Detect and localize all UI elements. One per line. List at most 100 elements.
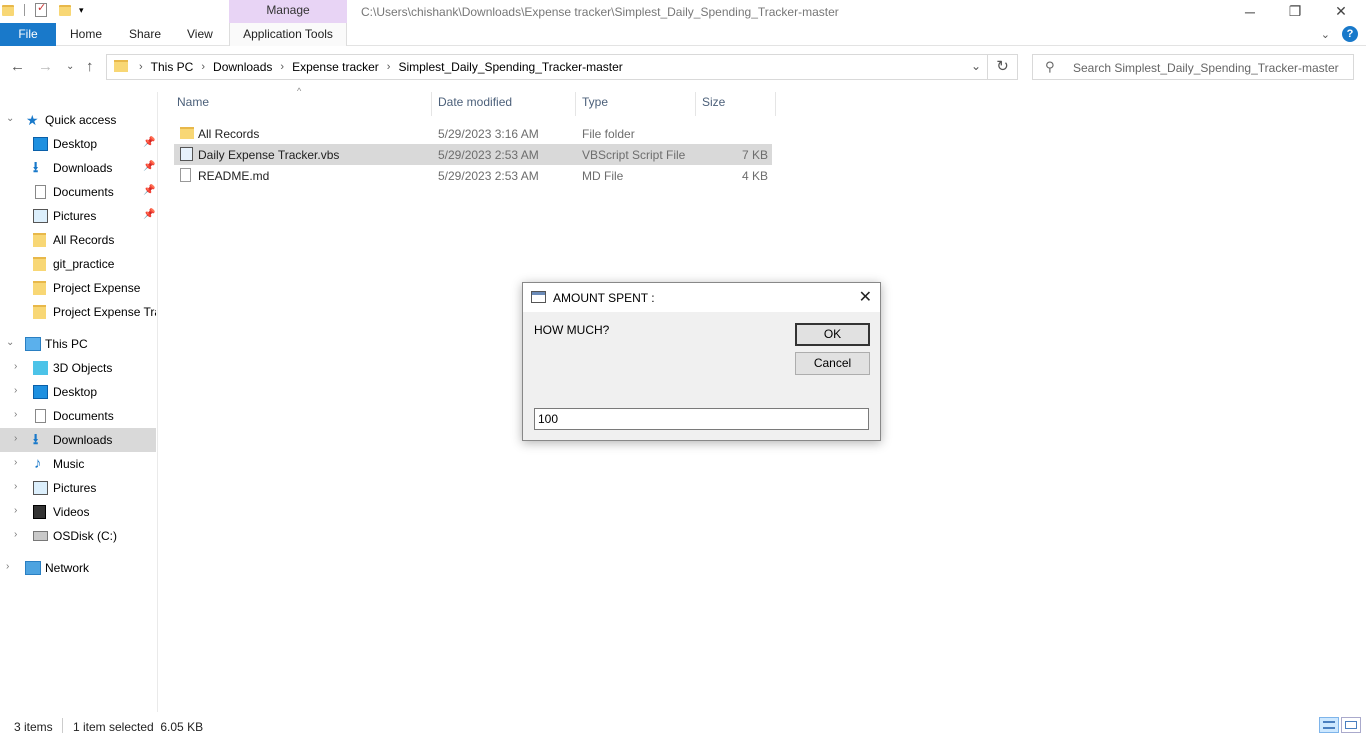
sidebar-item-pc-desktop[interactable]: › Desktop <box>0 380 156 404</box>
breadcrumb-current-folder[interactable]: Simplest_Daily_Spending_Tracker-master <box>398 60 622 74</box>
chevron-right-icon[interactable]: › <box>14 433 17 444</box>
file-name: All Records <box>198 127 260 141</box>
sidebar-item-pc-downloads[interactable]: › ⭳ Downloads <box>0 428 156 452</box>
breadcrumb-chevron-icon[interactable]: › <box>280 61 284 73</box>
sidebar-item-pictures[interactable]: Pictures 📌 <box>0 204 156 228</box>
breadcrumb-chevron-icon[interactable]: › <box>387 61 391 73</box>
breadcrumb-expense-tracker[interactable]: Expense tracker <box>292 60 379 74</box>
forward-arrow-icon[interactable]: → <box>38 58 53 75</box>
breadcrumb-chevron-icon[interactable]: › <box>139 61 143 73</box>
tab-share[interactable]: Share <box>117 23 173 46</box>
folder-icon <box>2 4 14 16</box>
address-bar[interactable]: › This PC › Downloads › Expense tracker … <box>106 54 988 80</box>
details-view-button[interactable] <box>1319 717 1339 733</box>
tab-file[interactable]: File <box>0 23 56 46</box>
table-row[interactable]: All Records 5/29/2023 3:16 AM File folde… <box>174 123 772 144</box>
search-input[interactable]: Search Simplest_Daily_Spending_Tracker-m… <box>1073 61 1339 75</box>
sidebar-item-pc-documents[interactable]: › Documents <box>0 404 156 428</box>
help-icon[interactable]: ? <box>1342 26 1358 42</box>
new-folder-icon[interactable] <box>59 4 71 16</box>
chevron-right-icon[interactable]: › <box>14 409 17 420</box>
column-header-type[interactable]: Type <box>582 95 608 115</box>
tab-home[interactable]: Home <box>58 23 114 46</box>
sidebar-item-label: Downloads <box>53 161 113 175</box>
sidebar-item-desktop[interactable]: Desktop 📌 <box>0 132 156 156</box>
sidebar-item-3d-objects[interactable]: › 3D Objects <box>0 356 156 380</box>
video-icon <box>33 505 46 519</box>
pin-icon[interactable]: 📌 <box>143 137 155 148</box>
pin-icon[interactable]: 📌 <box>143 209 155 220</box>
sidebar-item-all-records[interactable]: All Records <box>0 228 156 252</box>
sidebar-item-downloads[interactable]: ⭳ Downloads 📌 <box>0 156 156 180</box>
sidebar-item-label: Videos <box>53 505 90 519</box>
ribbon-tabs: File Home Share View Application Tools ⌄… <box>0 23 1366 46</box>
tab-application-tools[interactable]: Application Tools <box>229 23 347 46</box>
file-name: Daily Expense Tracker.vbs <box>198 148 340 162</box>
breadcrumb-downloads[interactable]: Downloads <box>213 60 272 74</box>
file-type: VBScript Script File <box>582 148 686 162</box>
pin-icon[interactable]: 📌 <box>143 161 155 172</box>
ok-button[interactable]: OK <box>795 323 870 346</box>
sidebar-item-git-practice[interactable]: git_practice <box>0 252 156 276</box>
breadcrumb-this-pc[interactable]: This PC <box>151 60 194 74</box>
chevron-right-icon[interactable]: › <box>14 385 17 396</box>
sidebar-item-pc-pictures[interactable]: › Pictures <box>0 476 156 500</box>
column-header-size[interactable]: Size <box>702 95 725 115</box>
sidebar-item-documents[interactable]: Documents 📌 <box>0 180 156 204</box>
chevron-right-icon[interactable]: › <box>14 481 17 492</box>
column-divider[interactable] <box>775 92 776 116</box>
search-box[interactable]: ⚲ Search Simplest_Daily_Spending_Tracker… <box>1032 54 1354 80</box>
sidebar-item-project-expense-tracker[interactable]: Project Expense Tra <box>0 300 156 324</box>
sidebar-item-music[interactable]: › ♪ Music <box>0 452 156 476</box>
column-header-date-modified[interactable]: Date modified <box>438 95 512 115</box>
large-icons-view-button[interactable] <box>1341 717 1361 733</box>
pin-icon[interactable]: 📌 <box>143 185 155 196</box>
table-row[interactable]: Daily Expense Tracker.vbs 5/29/2023 2:53… <box>174 144 772 165</box>
recent-locations-chevron-icon[interactable]: ⌄ <box>66 61 74 72</box>
file-type: MD File <box>582 169 624 183</box>
customize-toolbar-chevron-icon[interactable]: ▾ <box>79 5 84 16</box>
breadcrumb-chevron-icon[interactable]: › <box>201 61 205 73</box>
amount-input[interactable] <box>534 408 869 430</box>
large-icons-view-icon <box>1345 721 1357 729</box>
3d-objects-icon <box>33 361 48 375</box>
chevron-right-icon[interactable]: › <box>6 561 9 572</box>
refresh-button[interactable]: ↻ <box>988 54 1018 80</box>
tab-view[interactable]: View <box>175 23 225 46</box>
folder-icon <box>33 281 46 295</box>
column-header-name[interactable]: Name <box>177 95 209 115</box>
restore-button[interactable]: ❐ <box>1272 0 1318 23</box>
text-file-icon <box>180 168 191 182</box>
column-divider[interactable] <box>575 92 576 116</box>
file-size: 4 KB <box>741 169 768 183</box>
chevron-down-icon[interactable]: ⌄ <box>6 113 14 124</box>
address-history-chevron-icon[interactable]: ⌄ <box>971 59 981 73</box>
chevron-right-icon[interactable]: › <box>14 505 17 516</box>
cancel-button[interactable]: Cancel <box>795 352 870 375</box>
back-arrow-icon[interactable]: ← <box>10 58 25 75</box>
chevron-right-icon[interactable]: › <box>14 361 17 372</box>
expand-ribbon-chevron-icon[interactable]: ⌄ <box>1321 28 1330 41</box>
sidebar-item-quick-access[interactable]: ⌄ ★ Quick access <box>0 108 156 132</box>
chevron-right-icon[interactable]: › <box>14 457 17 468</box>
sidebar-item-this-pc[interactable]: ⌄ This PC <box>0 332 156 356</box>
pictures-icon <box>33 481 48 495</box>
sidebar-item-network[interactable]: › Network <box>0 556 156 580</box>
close-button[interactable]: ✕ <box>1318 0 1364 23</box>
table-row[interactable]: README.md 5/29/2023 2:53 AM MD File 4 KB <box>174 165 772 186</box>
up-arrow-icon[interactable]: ↑ <box>86 58 94 75</box>
sidebar-item-label: Project Expense <box>53 281 141 295</box>
sidebar-item-label: Music <box>53 457 85 471</box>
chevron-down-icon[interactable]: ⌄ <box>6 337 14 348</box>
minimize-button[interactable]: ─ <box>1227 0 1273 23</box>
dialog-close-icon[interactable]: ✕ <box>859 287 872 307</box>
sidebar-item-osdisk[interactable]: › OSDisk (C:) <box>0 524 156 548</box>
column-divider[interactable] <box>431 92 432 116</box>
manage-contextual-tab[interactable]: Manage <box>229 0 347 23</box>
sidebar-item-videos[interactable]: › Videos <box>0 500 156 524</box>
sidebar-item-project-expense[interactable]: Project Expense <box>0 276 156 300</box>
dialog-title-bar[interactable]: AMOUNT SPENT : ✕ <box>523 283 880 312</box>
column-divider[interactable] <box>695 92 696 116</box>
chevron-right-icon[interactable]: › <box>14 529 17 540</box>
properties-icon[interactable] <box>35 1 47 17</box>
